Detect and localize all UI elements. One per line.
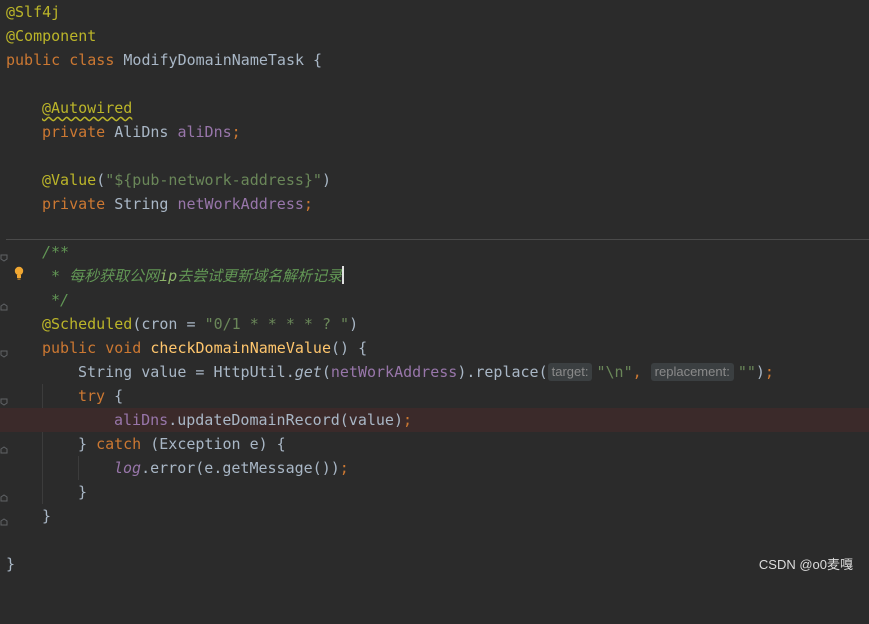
paren: ( bbox=[321, 363, 331, 381]
code-line-1: @Slf4j bbox=[0, 0, 869, 24]
code-line-19: } catch (Exception e) { bbox=[0, 432, 869, 456]
string-literal: "0/1 * * * * ? " bbox=[204, 315, 350, 333]
paren: ) bbox=[349, 315, 359, 333]
text-caret bbox=[342, 266, 345, 284]
method-call: get bbox=[294, 363, 322, 381]
string-literal: "\n" bbox=[596, 363, 633, 381]
code-line-20: log.error(e.getMessage()); bbox=[0, 456, 869, 480]
keyword: catch bbox=[96, 435, 142, 453]
type-name: AliDns bbox=[114, 123, 178, 141]
keyword: try bbox=[78, 387, 106, 405]
javadoc-text: ip bbox=[159, 267, 178, 285]
code-line-12: * 每秒获取公网ip去尝试更新域名解析记录 bbox=[0, 264, 869, 288]
code-line-13: */ bbox=[0, 288, 869, 312]
annotation: @Scheduled bbox=[42, 315, 133, 333]
keyword: public class bbox=[6, 51, 124, 69]
code-line-6: private AliDns aliDns; bbox=[0, 120, 869, 144]
code-line-16: String value = HttpUtil.get(netWorkAddre… bbox=[0, 360, 869, 384]
javadoc: /** bbox=[42, 243, 70, 261]
comma: , bbox=[632, 363, 651, 381]
semicolon: ; bbox=[764, 363, 774, 381]
code-line-22: } bbox=[0, 504, 869, 528]
code-editor[interactable]: @Slf4j @Component public class ModifyDom… bbox=[0, 0, 869, 583]
code-line-9: private String netWorkAddress; bbox=[0, 192, 869, 216]
javadoc: * bbox=[42, 267, 70, 285]
semicolon: ; bbox=[231, 123, 241, 141]
field-name: netWorkAddress bbox=[330, 363, 458, 381]
javadoc-text: 每秒获取公网 bbox=[69, 267, 160, 285]
code-line-11: /** bbox=[0, 240, 869, 264]
code-line-14: @Scheduled(cron = "0/1 * * * * ? ") bbox=[0, 312, 869, 336]
annotation: @Component bbox=[6, 27, 97, 45]
semicolon: ; bbox=[303, 195, 313, 213]
code-text: (Exception e) { bbox=[141, 435, 286, 453]
keyword: private bbox=[42, 123, 115, 141]
method-name: checkDomainNameValue bbox=[150, 339, 331, 357]
brace: { bbox=[105, 387, 124, 405]
code-line-17: try { bbox=[0, 384, 869, 408]
code-line-24: } bbox=[0, 552, 869, 576]
parameter-hint: target: bbox=[547, 363, 593, 381]
code-line-5: @Autowired bbox=[0, 96, 869, 120]
javadoc-text: 去尝试更新域名解析记录 bbox=[177, 267, 343, 285]
paren: ( bbox=[96, 171, 106, 189]
code-line-21: } bbox=[0, 480, 869, 504]
code-text: ).replace( bbox=[457, 363, 548, 381]
keyword: private bbox=[42, 195, 115, 213]
annotation: @Slf4j bbox=[6, 3, 61, 21]
annotation: @Value bbox=[42, 171, 97, 189]
brace: } bbox=[78, 483, 88, 501]
class-name: ModifyDomainNameTask { bbox=[123, 51, 323, 69]
code-text: .error(e.getMessage()) bbox=[141, 459, 340, 477]
field-name: aliDns bbox=[177, 123, 232, 141]
code-line-2: @Component bbox=[0, 24, 869, 48]
semicolon: ; bbox=[339, 459, 349, 477]
type-name: String bbox=[114, 195, 178, 213]
code-text: (cron = bbox=[132, 315, 205, 333]
field-name: netWorkAddress bbox=[177, 195, 304, 213]
string-literal: "${pub-network-address}" bbox=[105, 171, 322, 189]
paren: ) bbox=[321, 171, 331, 189]
string-literal: "" bbox=[737, 363, 756, 381]
field-name: log bbox=[114, 459, 142, 477]
code-line-8: @Value("${pub-network-address}") bbox=[0, 168, 869, 192]
brace: } bbox=[6, 555, 16, 573]
javadoc: */ bbox=[42, 291, 70, 309]
code-line-18: aliDns.updateDomainRecord(value); bbox=[0, 408, 869, 432]
brace: } bbox=[42, 507, 52, 525]
code-line-3: public class ModifyDomainNameTask { bbox=[0, 48, 869, 72]
field-name: aliDns bbox=[114, 411, 169, 429]
code-text: () { bbox=[331, 339, 368, 357]
fold-marker-icon[interactable] bbox=[0, 297, 8, 311]
keyword: public void bbox=[42, 339, 151, 357]
code-text: String value = HttpUtil. bbox=[78, 363, 295, 381]
parameter-hint: replacement: bbox=[650, 363, 734, 381]
watermark: CSDN @o0麦嘎 bbox=[758, 557, 853, 572]
annotation: @Autowired bbox=[42, 99, 133, 117]
paren: ) bbox=[755, 363, 765, 381]
semicolon: ; bbox=[403, 411, 413, 429]
code-line-15: public void checkDomainNameValue() { bbox=[0, 336, 869, 360]
brace: } bbox=[78, 435, 97, 453]
code-text: .updateDomainRecord(value) bbox=[168, 411, 403, 429]
